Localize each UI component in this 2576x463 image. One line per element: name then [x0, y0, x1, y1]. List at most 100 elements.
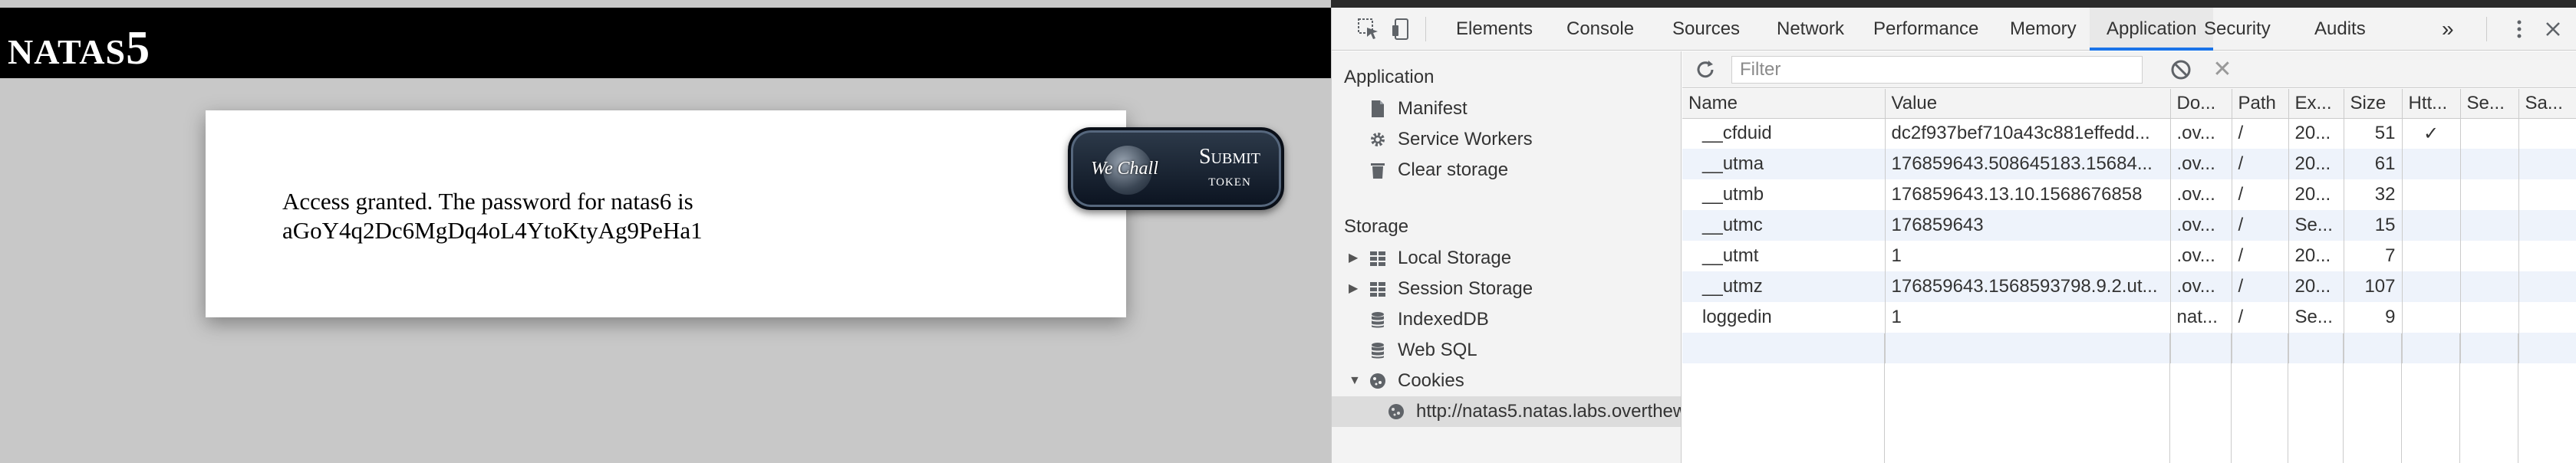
table-cell: 51 — [2344, 118, 2403, 149]
table-cell: 15 — [2344, 210, 2403, 241]
wechall-submit-token-button[interactable]: We Chall Submit token — [1068, 127, 1284, 210]
natas-page: NATAS5 Access granted. The password for … — [0, 0, 1331, 463]
sidebar-item-label: Session Storage — [1398, 278, 1533, 299]
tab-sources[interactable]: Sources — [1672, 8, 1740, 51]
database-icon — [1372, 343, 1384, 359]
table-cell — [2402, 302, 2461, 333]
table-cell: .ov... — [2170, 118, 2232, 149]
close-devtools-icon[interactable] — [2539, 15, 2567, 43]
column-header[interactable]: Size — [2344, 89, 2403, 119]
sidebar-item-indexeddb[interactable]: IndexedDB — [1332, 304, 1681, 335]
delete-selected-icon[interactable]: ✕ — [2209, 56, 2236, 84]
table-cell: 1 — [1885, 241, 2171, 271]
tab-performance[interactable]: Performance — [1873, 8, 1978, 51]
table-row[interactable]: loggedin 1 nat... / Se... 9 — [1682, 302, 2576, 333]
table-cell: ✓ — [2402, 118, 2461, 149]
sidebar-item-service-workers[interactable]: Service Workers — [1332, 124, 1681, 155]
table-cell: / — [2232, 179, 2289, 210]
table-header-row: Name Value Do... Path Ex... Size Htt... Se... Sa… — [1682, 89, 2576, 119]
table-cell: __utma — [1682, 149, 1886, 179]
refresh-icon[interactable] — [1693, 57, 1718, 82]
table-cell — [2518, 149, 2576, 179]
sidebar-item-local-storage[interactable]: ▶ Local Storage — [1332, 243, 1681, 274]
table-cell: / — [2232, 149, 2289, 179]
inspect-element-icon[interactable] — [1355, 15, 1382, 43]
content-card: Access granted. The password for natas6 … — [206, 110, 1126, 317]
cookies-toolbar: ✕ — [1682, 51, 2576, 88]
table-cell: 32 — [2344, 179, 2403, 210]
table-cell: 176859643.1568593798.9.2.ut... — [1885, 271, 2171, 302]
table-row[interactable]: __cfduid dc2f937bef710a43c881effedd... .ov… — [1682, 118, 2576, 149]
sidebar-item-label: Clear storage — [1398, 159, 1509, 180]
tab-console[interactable]: Console — [1566, 8, 1634, 51]
table-row[interactable]: __utmz 176859643.1568593798.9.2.ut... .ov.… — [1682, 271, 2576, 302]
expand-arrow-icon[interactable]: ▶ — [1349, 274, 1358, 304]
expand-arrow-icon[interactable]: ▶ — [1349, 243, 1358, 274]
sidebar-item-label: IndexedDB — [1398, 309, 1489, 330]
wechall-logo: We Chall — [1071, 130, 1178, 207]
column-header[interactable]: Sa... — [2518, 89, 2576, 119]
trash-icon — [1371, 163, 1385, 179]
table-row[interactable]: __utmc 176859643 .ov... / Se... 15 — [1682, 210, 2576, 241]
column-header[interactable]: Name — [1682, 89, 1886, 119]
wechall-logo-text: We Chall — [1091, 158, 1158, 179]
table-cell: 7 — [2344, 241, 2403, 271]
tab-network[interactable]: Network — [1777, 8, 1844, 51]
tab-audits[interactable]: Audits — [2314, 8, 2366, 51]
table-cell — [2402, 210, 2461, 241]
column-divider — [2401, 333, 2402, 463]
grid-icon — [1370, 282, 1385, 297]
tab-application[interactable]: Application — [2090, 8, 2214, 51]
filter-input[interactable] — [1731, 56, 2143, 84]
column-header[interactable]: Value — [1885, 89, 2171, 119]
table-cell — [2402, 149, 2461, 179]
table-cell: 61 — [2344, 149, 2403, 179]
tab-security[interactable]: Security — [2204, 8, 2271, 51]
more-tabs-icon[interactable]: » — [2442, 8, 2454, 51]
table-row[interactable]: __utmb 176859643.13.10.1568676858 .ov.../2… — [1682, 179, 2576, 210]
sidebar-item-session-storage[interactable]: ▶ Session Storage — [1332, 274, 1681, 304]
sidebar-item-manifest[interactable]: Manifest — [1332, 94, 1681, 124]
table-cell: 20... — [2288, 179, 2344, 210]
page-title-number: 5 — [126, 22, 151, 74]
table-row[interactable]: __utmt 1 .ov.../20... 7 — [1682, 241, 2576, 271]
table-cell — [2402, 271, 2461, 302]
column-header[interactable]: Htt... — [2402, 89, 2461, 119]
column-divider — [2231, 333, 2232, 463]
table-cell — [2460, 118, 2519, 149]
table-cell — [2402, 241, 2461, 271]
tab-elements[interactable]: Elements — [1456, 8, 1533, 51]
tab-memory[interactable]: Memory — [2010, 8, 2077, 51]
sidebar-item-clear-storage[interactable]: Clear storage — [1332, 155, 1681, 186]
sidebar-item-label: Local Storage — [1398, 248, 1512, 268]
password-text: aGoY4q2Dc6MgDq4oL4YtoKtyAg9PeHa1 — [282, 217, 703, 244]
page-title: NATAS5 — [8, 21, 150, 76]
column-divider — [1884, 333, 1885, 463]
column-header[interactable]: Se... — [2460, 89, 2519, 119]
column-divider — [2343, 333, 2344, 463]
more-options-icon[interactable] — [2505, 15, 2533, 43]
sidebar-item-cookie-origin[interactable]: http://natas5.natas.labs.overthewire.org — [1332, 396, 1681, 427]
table-body: __cfduid dc2f937bef710a43c881effedd... .ov… — [1682, 118, 2576, 363]
sidebar-item-label: Web SQL — [1398, 340, 1477, 360]
manifest-icon — [1372, 100, 1384, 117]
table-row[interactable]: __utma 176859643.508645183.15684... .ov...… — [1682, 149, 2576, 179]
table-cell: / — [2232, 118, 2289, 149]
table-cell: __utmc — [1682, 210, 1886, 241]
table-cell — [2402, 179, 2461, 210]
sidebar-item-web-sql[interactable]: Web SQL — [1332, 335, 1681, 366]
sidebar-item-cookies[interactable]: ▼ Cookies — [1332, 366, 1681, 396]
table-cell — [2460, 302, 2519, 333]
clear-all-icon[interactable] — [2170, 59, 2192, 80]
sidebar-item-label: Manifest — [1398, 98, 1468, 119]
collapse-arrow-icon[interactable]: ▼ — [1349, 366, 1361, 396]
column-header[interactable]: Do... — [2170, 89, 2232, 119]
table-cell — [2518, 179, 2576, 210]
device-toolbar-icon[interactable] — [1388, 15, 1416, 43]
table-cell: 20... — [2288, 118, 2344, 149]
table-cell: / — [2232, 210, 2289, 241]
table-cell: 107 — [2344, 271, 2403, 302]
table-cell: .ov... — [2170, 210, 2232, 241]
column-header[interactable]: Path — [2232, 89, 2289, 119]
column-header[interactable]: Ex... — [2288, 89, 2344, 119]
